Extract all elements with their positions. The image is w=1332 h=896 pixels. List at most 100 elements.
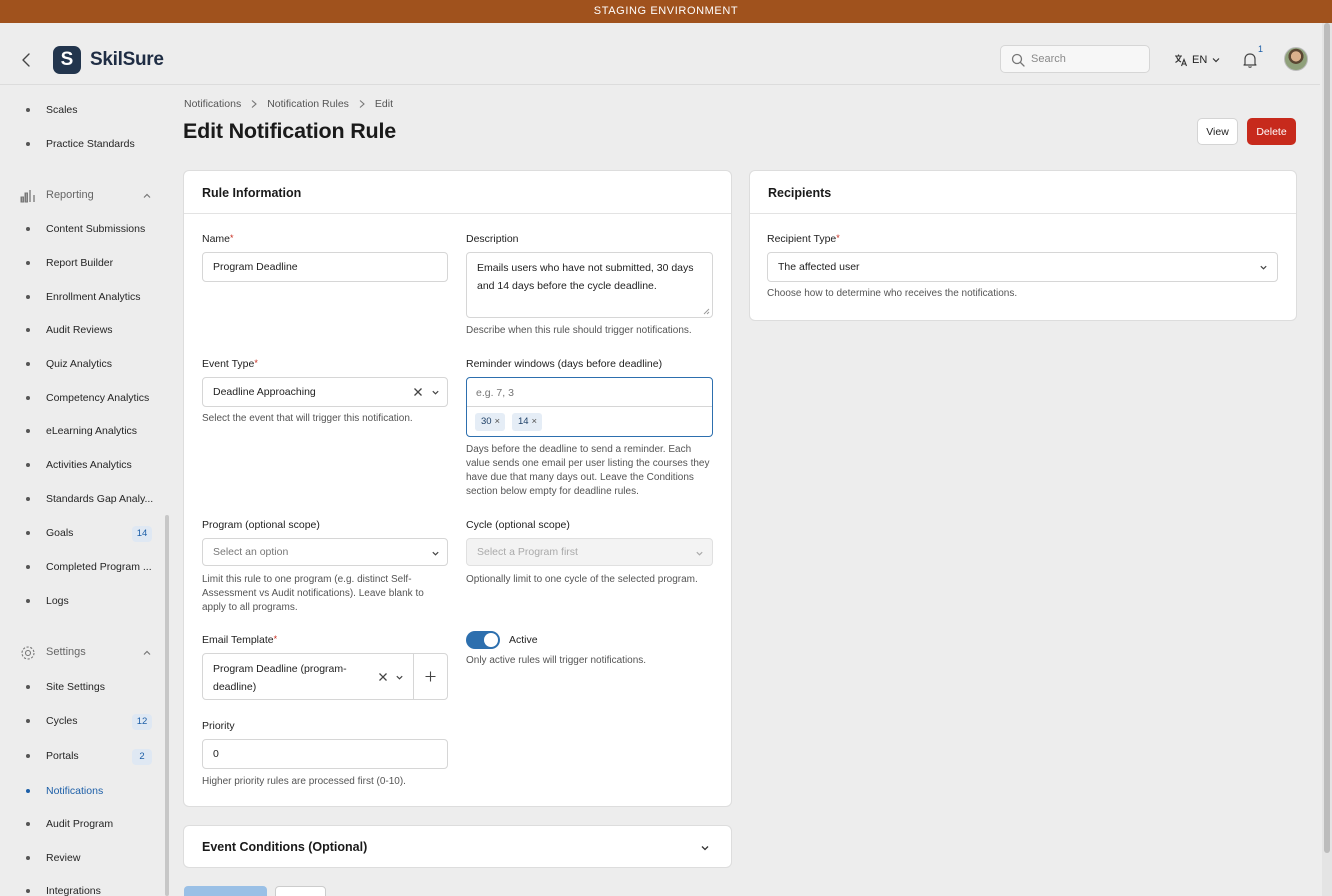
sidebar-item-label: Standards Gap Analy...	[46, 493, 154, 505]
sidebar-item-competency-analytics[interactable]: Competency Analytics	[26, 390, 149, 406]
sidebar-item-content-submissions[interactable]: Content Submissions	[26, 221, 145, 237]
description-textarea[interactable]: Emails users who have not submitted, 30 …	[466, 252, 713, 318]
clear-icon[interactable]	[378, 672, 388, 682]
save-button[interactable]	[184, 886, 267, 896]
sidebar-item-report-builder[interactable]: Report Builder	[26, 255, 113, 271]
recipient-type-label-text: Recipient Type	[767, 233, 837, 245]
sidebar-item-audit-reviews[interactable]: Audit Reviews	[26, 322, 113, 338]
card-header: Rule Information	[184, 171, 731, 214]
breadcrumb: Notifications Notification Rules Edit	[184, 98, 393, 110]
search-input[interactable]	[1031, 50, 1143, 68]
sidebar-item-label: Logs	[46, 595, 69, 607]
sidebar-item-label: Completed Program ...	[46, 561, 152, 573]
bullet-dot	[26, 822, 30, 826]
tag-label: 30	[481, 416, 492, 427]
chevron-down-icon	[1260, 265, 1267, 270]
bullet-dot	[26, 685, 30, 689]
bell-icon[interactable]	[1241, 51, 1259, 69]
event-type-select[interactable]: Deadline Approaching	[202, 377, 448, 407]
cycles-count-badge: 12	[132, 714, 152, 730]
bullet-dot	[26, 497, 30, 501]
sidebar-item-label: Integrations	[46, 885, 101, 896]
sidebar-item-label: Cycles	[46, 715, 78, 727]
cancel-button[interactable]	[275, 886, 326, 896]
chevron-right-icon	[251, 100, 258, 108]
bullet-dot	[26, 789, 30, 793]
cycle-select[interactable]: Select a Program first	[466, 538, 713, 566]
chevron-down-icon[interactable]	[395, 673, 404, 682]
sidebar-item-scales[interactable]: Scales	[26, 102, 78, 118]
required-marker: *	[254, 358, 258, 368]
sidebar-item-activities-analytics[interactable]: Activities Analytics	[26, 457, 132, 473]
sidebar-item-standards-gap-analysis[interactable]: Standards Gap Analy...	[26, 491, 154, 507]
logo-text[interactable]: SkilSure	[90, 49, 164, 71]
bullet-dot	[26, 362, 30, 366]
plus-icon[interactable]	[425, 671, 436, 682]
sidebar-item-label: eLearning Analytics	[46, 425, 138, 437]
event-conditions-card[interactable]: Event Conditions (Optional)	[183, 825, 732, 868]
priority-label: Priority	[202, 720, 235, 732]
breadcrumb-link-notifications[interactable]: Notifications	[184, 98, 241, 110]
bullet-dot	[26, 261, 30, 265]
sidebar-item-integrations[interactable]: Integrations	[26, 883, 101, 896]
reminder-windows-field[interactable]: 30× 14×	[466, 377, 713, 437]
recipient-type-help: Choose how to determine who receives the…	[767, 288, 1018, 299]
clear-icon[interactable]	[413, 387, 423, 397]
tag-remove-icon[interactable]: ×	[494, 413, 500, 431]
event-type-help: Select the event that will trigger this …	[202, 413, 413, 424]
recipient-type-label: Recipient Type*	[767, 233, 840, 245]
delete-button[interactable]: Delete	[1247, 118, 1296, 145]
breadcrumb-link-notification-rules[interactable]: Notification Rules	[267, 98, 349, 110]
sidebar-item-logs[interactable]: Logs	[26, 593, 69, 609]
sidebar-item-label: Portals	[46, 750, 79, 762]
tag-remove-icon[interactable]: ×	[531, 413, 537, 431]
required-marker: *	[273, 634, 278, 644]
recipient-type-select[interactable]: The affected user	[767, 252, 1278, 282]
sidebar-item-quiz-analytics[interactable]: Quiz Analytics	[26, 356, 112, 372]
bullet-dot	[26, 531, 30, 535]
sidebar-item-goals[interactable]: Goals	[26, 525, 73, 541]
sidebar-item-notifications[interactable]: Notifications	[26, 783, 104, 799]
search-box[interactable]	[1000, 45, 1150, 73]
sidebar-group-label: Reporting	[46, 189, 94, 201]
view-button[interactable]: View	[1197, 118, 1238, 145]
sidebar-item-audit-program[interactable]: Audit Program	[26, 816, 114, 832]
card-title: Event Conditions (Optional)	[202, 840, 368, 854]
sidebar-item-practice-standards[interactable]: Practice Standards	[26, 136, 135, 152]
sidebar-item-portals[interactable]: Portals	[26, 748, 79, 764]
program-select[interactable]: Select an option	[202, 538, 448, 566]
back-arrow-icon[interactable]	[18, 51, 36, 69]
active-help: Only active rules will trigger notificat…	[466, 655, 647, 666]
email-template-select[interactable]: Program Deadline (program- deadline)	[202, 653, 448, 700]
sidebar-item-enrollment-analytics[interactable]: Enrollment Analytics	[26, 289, 141, 305]
sidebar-item-completed-program[interactable]: Completed Program ...	[26, 559, 152, 575]
sidebar-item-label: Audit Reviews	[46, 324, 113, 336]
language-label: EN	[1192, 54, 1208, 66]
sidebar-item-site-settings[interactable]: Site Settings	[26, 679, 105, 695]
resize-handle-icon[interactable]	[703, 308, 710, 315]
description-help: Describe when this rule should trigger n…	[466, 325, 692, 336]
sidebar-item-label: Notifications	[46, 785, 104, 797]
event-type-value: Deadline Approaching	[213, 386, 316, 398]
active-toggle[interactable]	[466, 631, 500, 649]
name-field[interactable]: Program Deadline	[202, 252, 448, 282]
sidebar-scrollbar[interactable]	[165, 515, 169, 896]
avatar[interactable]	[1284, 47, 1308, 71]
sidebar-item-elearning-analytics[interactable]: eLearning Analytics	[26, 423, 138, 439]
sidebar-item-label: Audit Program	[46, 818, 114, 830]
divider	[413, 654, 414, 699]
name-label: Name*	[202, 233, 234, 245]
sidebar-item-cycles[interactable]: Cycles	[26, 713, 78, 729]
cycle-label: Cycle (optional scope)	[466, 519, 570, 531]
language-selector[interactable]: EN	[1174, 52, 1221, 68]
sidebar-group-label: Settings	[46, 646, 86, 658]
logo-mark[interactable]: S	[53, 46, 81, 74]
chevron-down-icon[interactable]	[431, 388, 440, 397]
priority-input[interactable]: 0	[202, 739, 448, 769]
page-scrollbar-thumb[interactable]	[1324, 23, 1330, 853]
chevron-down-icon[interactable]	[700, 843, 710, 853]
reminder-windows-input[interactable]	[476, 385, 696, 401]
event-type-label: Event Type*	[202, 358, 258, 370]
reminder-windows-help: Days before the deadline to send a remin…	[466, 444, 710, 497]
sidebar-item-review[interactable]: Review	[26, 850, 80, 866]
